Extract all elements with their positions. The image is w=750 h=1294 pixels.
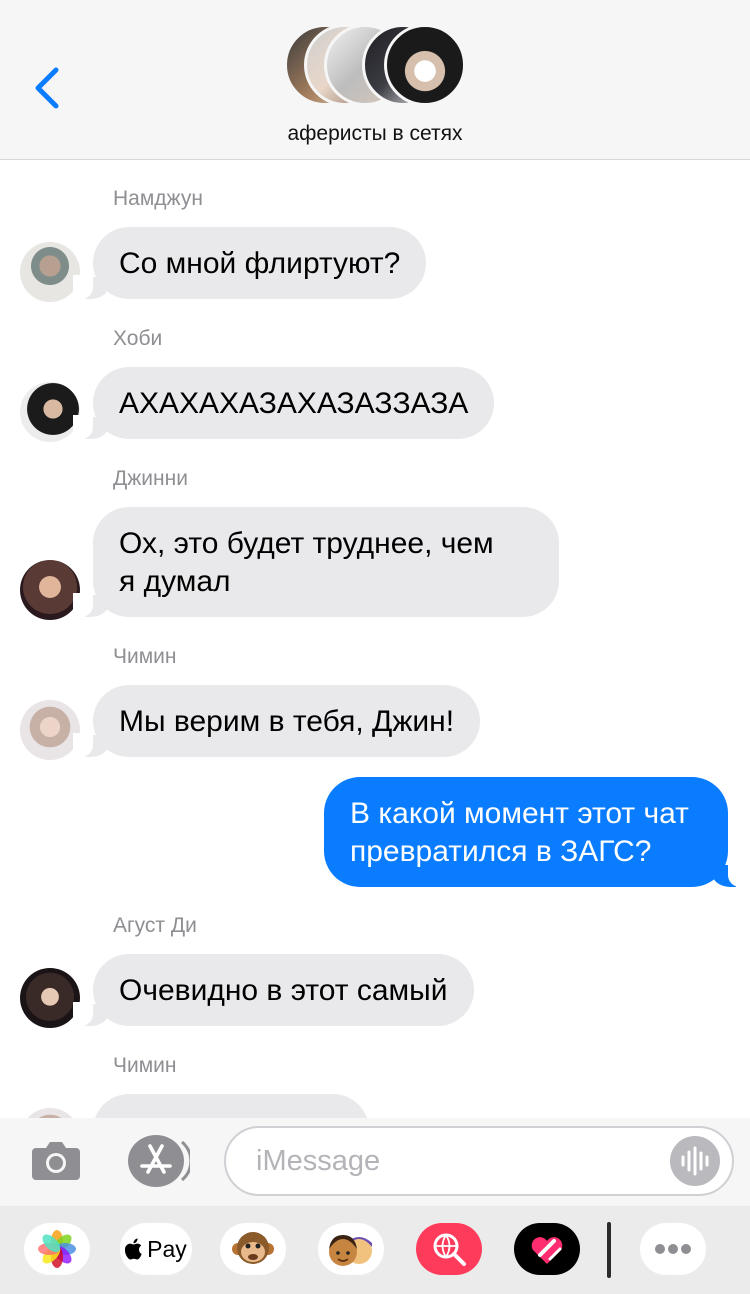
sender-name: Намджун bbox=[113, 187, 203, 210]
sender-name: Чимин bbox=[113, 1054, 177, 1077]
avatar[interactable] bbox=[20, 560, 80, 620]
sender-name: Чимин bbox=[113, 645, 177, 668]
imessage-app-drawer: Pay bbox=[0, 1206, 750, 1294]
message-text: Ох, это будет труднее, чем bbox=[119, 527, 494, 560]
message-text: В какой момент этот чат bbox=[350, 797, 689, 830]
memoji-app-button[interactable] bbox=[318, 1223, 384, 1275]
avatar[interactable] bbox=[20, 700, 80, 760]
message-input-field[interactable] bbox=[224, 1126, 734, 1196]
message-text: Мы верим в тебя, Джин! bbox=[119, 705, 455, 738]
message-bubble[interactable]: АХАХАХАЗАХАЗАЗЗАЗА bbox=[72, 367, 495, 439]
app-store-icon bbox=[128, 1135, 193, 1187]
message-bubble[interactable]: Со мной флиртуют? bbox=[72, 227, 427, 299]
animoji-app-button[interactable] bbox=[220, 1223, 286, 1275]
avatar[interactable] bbox=[20, 382, 80, 442]
message-text: Очевидно в этот самый bbox=[119, 974, 448, 1007]
photos-app-button[interactable] bbox=[24, 1223, 90, 1275]
app-store-button[interactable] bbox=[126, 1134, 193, 1188]
message-input[interactable] bbox=[256, 1138, 656, 1184]
monkey-animoji-icon bbox=[232, 1232, 274, 1264]
message-text: Со мной флиртуют? bbox=[119, 247, 401, 280]
conversation-header: аферисты в сетях bbox=[0, 0, 750, 160]
apple-pay-button[interactable]: Pay bbox=[120, 1223, 192, 1275]
message-composer bbox=[0, 1118, 750, 1206]
drawer-divider bbox=[607, 1222, 611, 1278]
camera-icon bbox=[32, 1142, 80, 1180]
waveform-icon bbox=[681, 1146, 709, 1176]
message-text: АХАХАХАЗАХАЗАЗЗАЗА bbox=[119, 387, 469, 420]
message-bubble-outgoing[interactable]: В какой момент этот чат превратился в ЗА… bbox=[324, 777, 748, 887]
message-bubble[interactable] bbox=[93, 1094, 369, 1118]
sender-name: Хоби bbox=[113, 327, 163, 350]
message-bubble[interactable]: Ох, это будет труднее, чем я думал bbox=[73, 507, 559, 617]
apple-pay-label: Pay bbox=[147, 1235, 187, 1262]
message-bubble[interactable]: Очевидно в этот самый bbox=[73, 954, 474, 1026]
avatar[interactable] bbox=[20, 242, 80, 302]
message-text: я думал bbox=[119, 565, 231, 598]
digital-touch-app-button[interactable] bbox=[514, 1223, 580, 1275]
camera-button[interactable] bbox=[30, 1136, 82, 1186]
photos-icon bbox=[38, 1230, 76, 1268]
avatar[interactable] bbox=[20, 1108, 80, 1118]
back-button[interactable] bbox=[28, 62, 68, 114]
more-icon bbox=[655, 1244, 691, 1254]
sender-name: Джинни bbox=[113, 467, 188, 490]
message-thread[interactable]: Намджун Со мной флиртуют? Хоби АХАХАХАЗА… bbox=[0, 160, 750, 1118]
sender-name: Агуст Ди bbox=[113, 914, 197, 937]
more-apps-button[interactable] bbox=[640, 1223, 706, 1275]
memoji-icon bbox=[329, 1235, 372, 1266]
digital-touch-icon bbox=[531, 1237, 563, 1264]
avatar[interactable] bbox=[20, 968, 80, 1028]
group-avatar bbox=[384, 24, 466, 106]
message-text: превратился в ЗАГС? bbox=[350, 835, 652, 868]
group-name[interactable]: аферисты в сетях bbox=[0, 122, 750, 146]
image-search-icon bbox=[433, 1233, 466, 1266]
chevron-left-icon bbox=[35, 67, 59, 109]
message-bubble[interactable]: Мы верим в тебя, Джин! bbox=[72, 685, 481, 757]
voice-message-button[interactable] bbox=[670, 1136, 720, 1186]
apple-logo-icon bbox=[125, 1238, 142, 1260]
image-search-app-button[interactable] bbox=[416, 1223, 482, 1275]
group-avatars[interactable] bbox=[284, 24, 474, 108]
